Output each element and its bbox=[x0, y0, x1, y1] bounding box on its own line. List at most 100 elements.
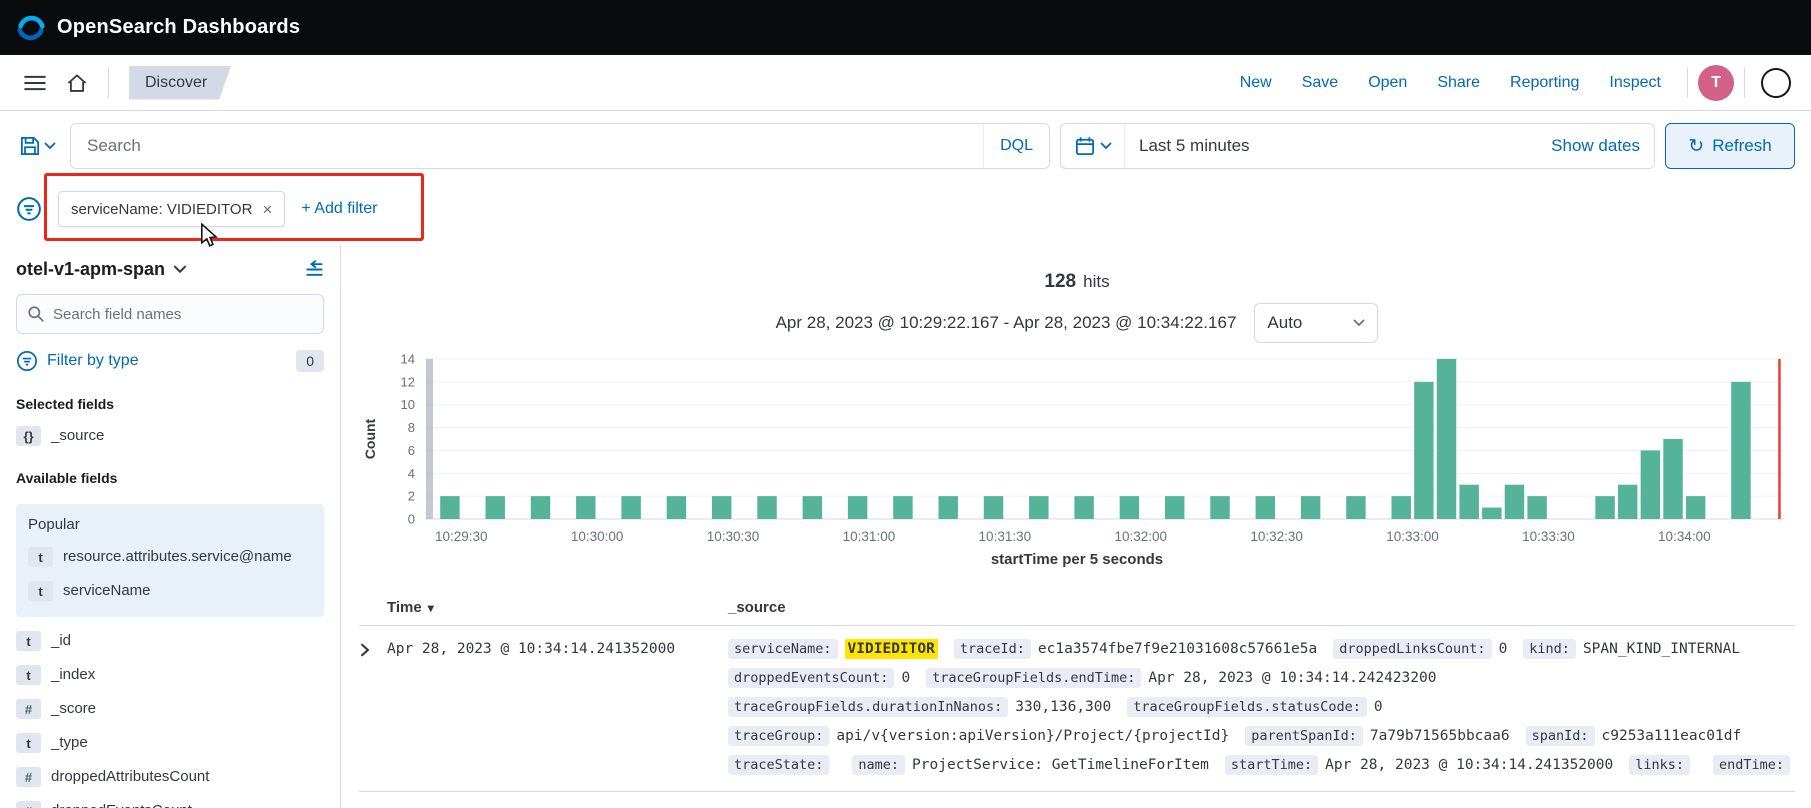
filter-by-type-button[interactable]: Filter by type 0 bbox=[16, 350, 324, 372]
number-field-icon: # bbox=[16, 767, 41, 787]
source-field-icon: {} bbox=[16, 426, 41, 446]
histogram-bar[interactable] bbox=[848, 496, 867, 519]
search-box: DQL bbox=[70, 123, 1050, 169]
account-circle-button[interactable] bbox=[1755, 62, 1797, 104]
histogram-bar[interactable] bbox=[1210, 496, 1229, 519]
time-column-header[interactable]: Time ▾ bbox=[387, 599, 728, 616]
nav-action-share[interactable]: Share bbox=[1437, 74, 1480, 92]
field-item-droppedAttributesCount[interactable]: # droppedAttributesCount bbox=[16, 767, 324, 787]
nav-action-inspect[interactable]: Inspect bbox=[1609, 74, 1661, 92]
field-item-droppedEventsCount[interactable]: #droppedEventsCount bbox=[16, 801, 324, 808]
source-field-pair: traceGroupFields.statusCode:0 bbox=[1127, 699, 1382, 715]
avatar[interactable]: T bbox=[1698, 65, 1734, 101]
histogram-bar[interactable] bbox=[803, 496, 822, 519]
histogram-bar[interactable] bbox=[893, 496, 912, 519]
histogram-bar[interactable] bbox=[1391, 496, 1410, 519]
histogram-bar[interactable] bbox=[1459, 485, 1478, 519]
histogram-bar[interactable] bbox=[1074, 496, 1093, 519]
histogram-bar[interactable] bbox=[1414, 382, 1433, 519]
field-name: _type bbox=[51, 733, 88, 753]
field-search-box bbox=[16, 294, 324, 334]
field-search-input[interactable] bbox=[53, 306, 313, 323]
histogram-bar[interactable] bbox=[485, 496, 504, 519]
index-pattern-row: otel-v1-apm-span bbox=[16, 259, 324, 280]
histogram-bar[interactable] bbox=[667, 496, 686, 519]
source-line: traceGroupFields.durationInNanos:330,136… bbox=[728, 696, 1795, 718]
histogram-bar[interactable] bbox=[1437, 359, 1456, 519]
histogram-bar[interactable] bbox=[1641, 450, 1660, 519]
histogram-bar[interactable] bbox=[712, 496, 731, 519]
histogram-bar[interactable] bbox=[1165, 496, 1184, 519]
chevron-down-icon bbox=[1100, 142, 1112, 150]
nav-action-reporting[interactable]: Reporting bbox=[1510, 74, 1579, 92]
saved-query-menu-button[interactable] bbox=[16, 136, 60, 156]
histogram-bar[interactable] bbox=[1686, 496, 1705, 519]
histogram-bar[interactable] bbox=[757, 496, 776, 519]
field-name: _id bbox=[51, 631, 71, 651]
popular-heading: Popular bbox=[28, 516, 312, 533]
index-pattern-selector[interactable]: otel-v1-apm-span bbox=[16, 259, 165, 280]
interval-select[interactable]: Auto bbox=[1254, 303, 1378, 343]
close-icon[interactable]: × bbox=[262, 201, 272, 218]
nav-action-new[interactable]: New bbox=[1240, 74, 1272, 92]
nav-action-save[interactable]: Save bbox=[1302, 74, 1338, 92]
field-item-resource.attributes.service@name[interactable]: tresource.attributes.service@name bbox=[28, 547, 312, 567]
interval-row: Apr 28, 2023 @ 10:29:22.167 - Apr 28, 20… bbox=[359, 303, 1795, 343]
available-fields-list: t_id t_index #_score t_type # droppedAttribut… bbox=[16, 631, 324, 808]
quick-select-button[interactable] bbox=[1075, 124, 1125, 168]
source-field-key: traceId: bbox=[954, 639, 1031, 659]
histogram-chart[interactable]: 0246810121410:29:3010:30:0010:30:3010:31… bbox=[359, 351, 1795, 547]
histogram-bar[interactable] bbox=[1256, 496, 1275, 519]
number-field-icon: # bbox=[16, 699, 41, 719]
nav-action-open[interactable]: Open bbox=[1368, 74, 1407, 92]
time-interval-text: Apr 28, 2023 @ 10:29:22.167 - Apr 28, 20… bbox=[776, 313, 1237, 333]
highlighted-value: VIDIEDITOR bbox=[845, 639, 938, 659]
histogram-container: 0246810121410:29:3010:30:0010:30:3010:31… bbox=[359, 351, 1795, 547]
time-range-value[interactable]: Last 5 minutes bbox=[1139, 136, 1250, 156]
filter-icon[interactable] bbox=[16, 196, 42, 222]
filter-pill[interactable]: serviceName: VIDIEDITOR × bbox=[58, 191, 285, 227]
field-item-serviceName[interactable]: tserviceName bbox=[28, 581, 312, 601]
show-dates-button[interactable]: Show dates bbox=[1551, 136, 1640, 156]
histogram-bar[interactable] bbox=[1346, 496, 1365, 519]
histogram-bar[interactable] bbox=[440, 496, 459, 519]
histogram-bar[interactable] bbox=[1731, 382, 1750, 519]
source-field-pair: traceGroupFields.durationInNanos:330,136… bbox=[728, 699, 1111, 715]
collapse-sidebar-button[interactable] bbox=[305, 260, 324, 279]
search-input[interactable] bbox=[87, 136, 983, 156]
x-tick-label: 10:30:00 bbox=[571, 529, 624, 544]
histogram-bar[interactable] bbox=[938, 496, 957, 519]
histogram-bar[interactable] bbox=[1505, 485, 1524, 519]
query-language-button[interactable]: DQL bbox=[983, 124, 1049, 168]
refresh-icon: ↻ bbox=[1688, 137, 1704, 156]
refresh-button[interactable]: ↻ Refresh bbox=[1665, 123, 1795, 169]
histogram-bar[interactable] bbox=[576, 496, 595, 519]
app-title: OpenSearch Dashboards bbox=[57, 16, 300, 39]
histogram-bar[interactable] bbox=[1029, 496, 1048, 519]
source-field-key: name: bbox=[852, 755, 905, 775]
source-field-pair: traceGroupFields.endTime:Apr 28, 2023 @ … bbox=[926, 670, 1436, 686]
field-item-_index[interactable]: t_index bbox=[16, 665, 324, 685]
home-button[interactable] bbox=[56, 62, 98, 104]
field-name: droppedAttributesCount bbox=[51, 767, 209, 787]
expand-row-button[interactable] bbox=[359, 638, 387, 657]
histogram-bar[interactable] bbox=[1618, 485, 1637, 519]
histogram-bar[interactable] bbox=[1482, 508, 1501, 519]
histogram-bar[interactable] bbox=[621, 496, 640, 519]
add-filter-button[interactable]: + Add filter bbox=[301, 200, 377, 218]
histogram-bar[interactable] bbox=[1301, 496, 1320, 519]
x-tick-label: 10:29:30 bbox=[435, 529, 488, 544]
histogram-bar[interactable] bbox=[1663, 439, 1682, 519]
x-tick-label: 10:34:00 bbox=[1658, 529, 1711, 544]
histogram-bar[interactable] bbox=[984, 496, 1003, 519]
field-item-_source[interactable]: {}_source bbox=[16, 426, 324, 446]
hamburger-menu-button[interactable] bbox=[14, 62, 56, 104]
chevron-down-icon bbox=[44, 142, 56, 150]
field-item-_type[interactable]: t_type bbox=[16, 733, 324, 753]
histogram-bar[interactable] bbox=[1595, 496, 1614, 519]
field-item-_score[interactable]: #_score bbox=[16, 699, 324, 719]
histogram-bar[interactable] bbox=[1527, 496, 1546, 519]
histogram-bar[interactable] bbox=[1120, 496, 1139, 519]
histogram-bar[interactable] bbox=[531, 496, 550, 519]
field-item-_id[interactable]: t_id bbox=[16, 631, 324, 651]
